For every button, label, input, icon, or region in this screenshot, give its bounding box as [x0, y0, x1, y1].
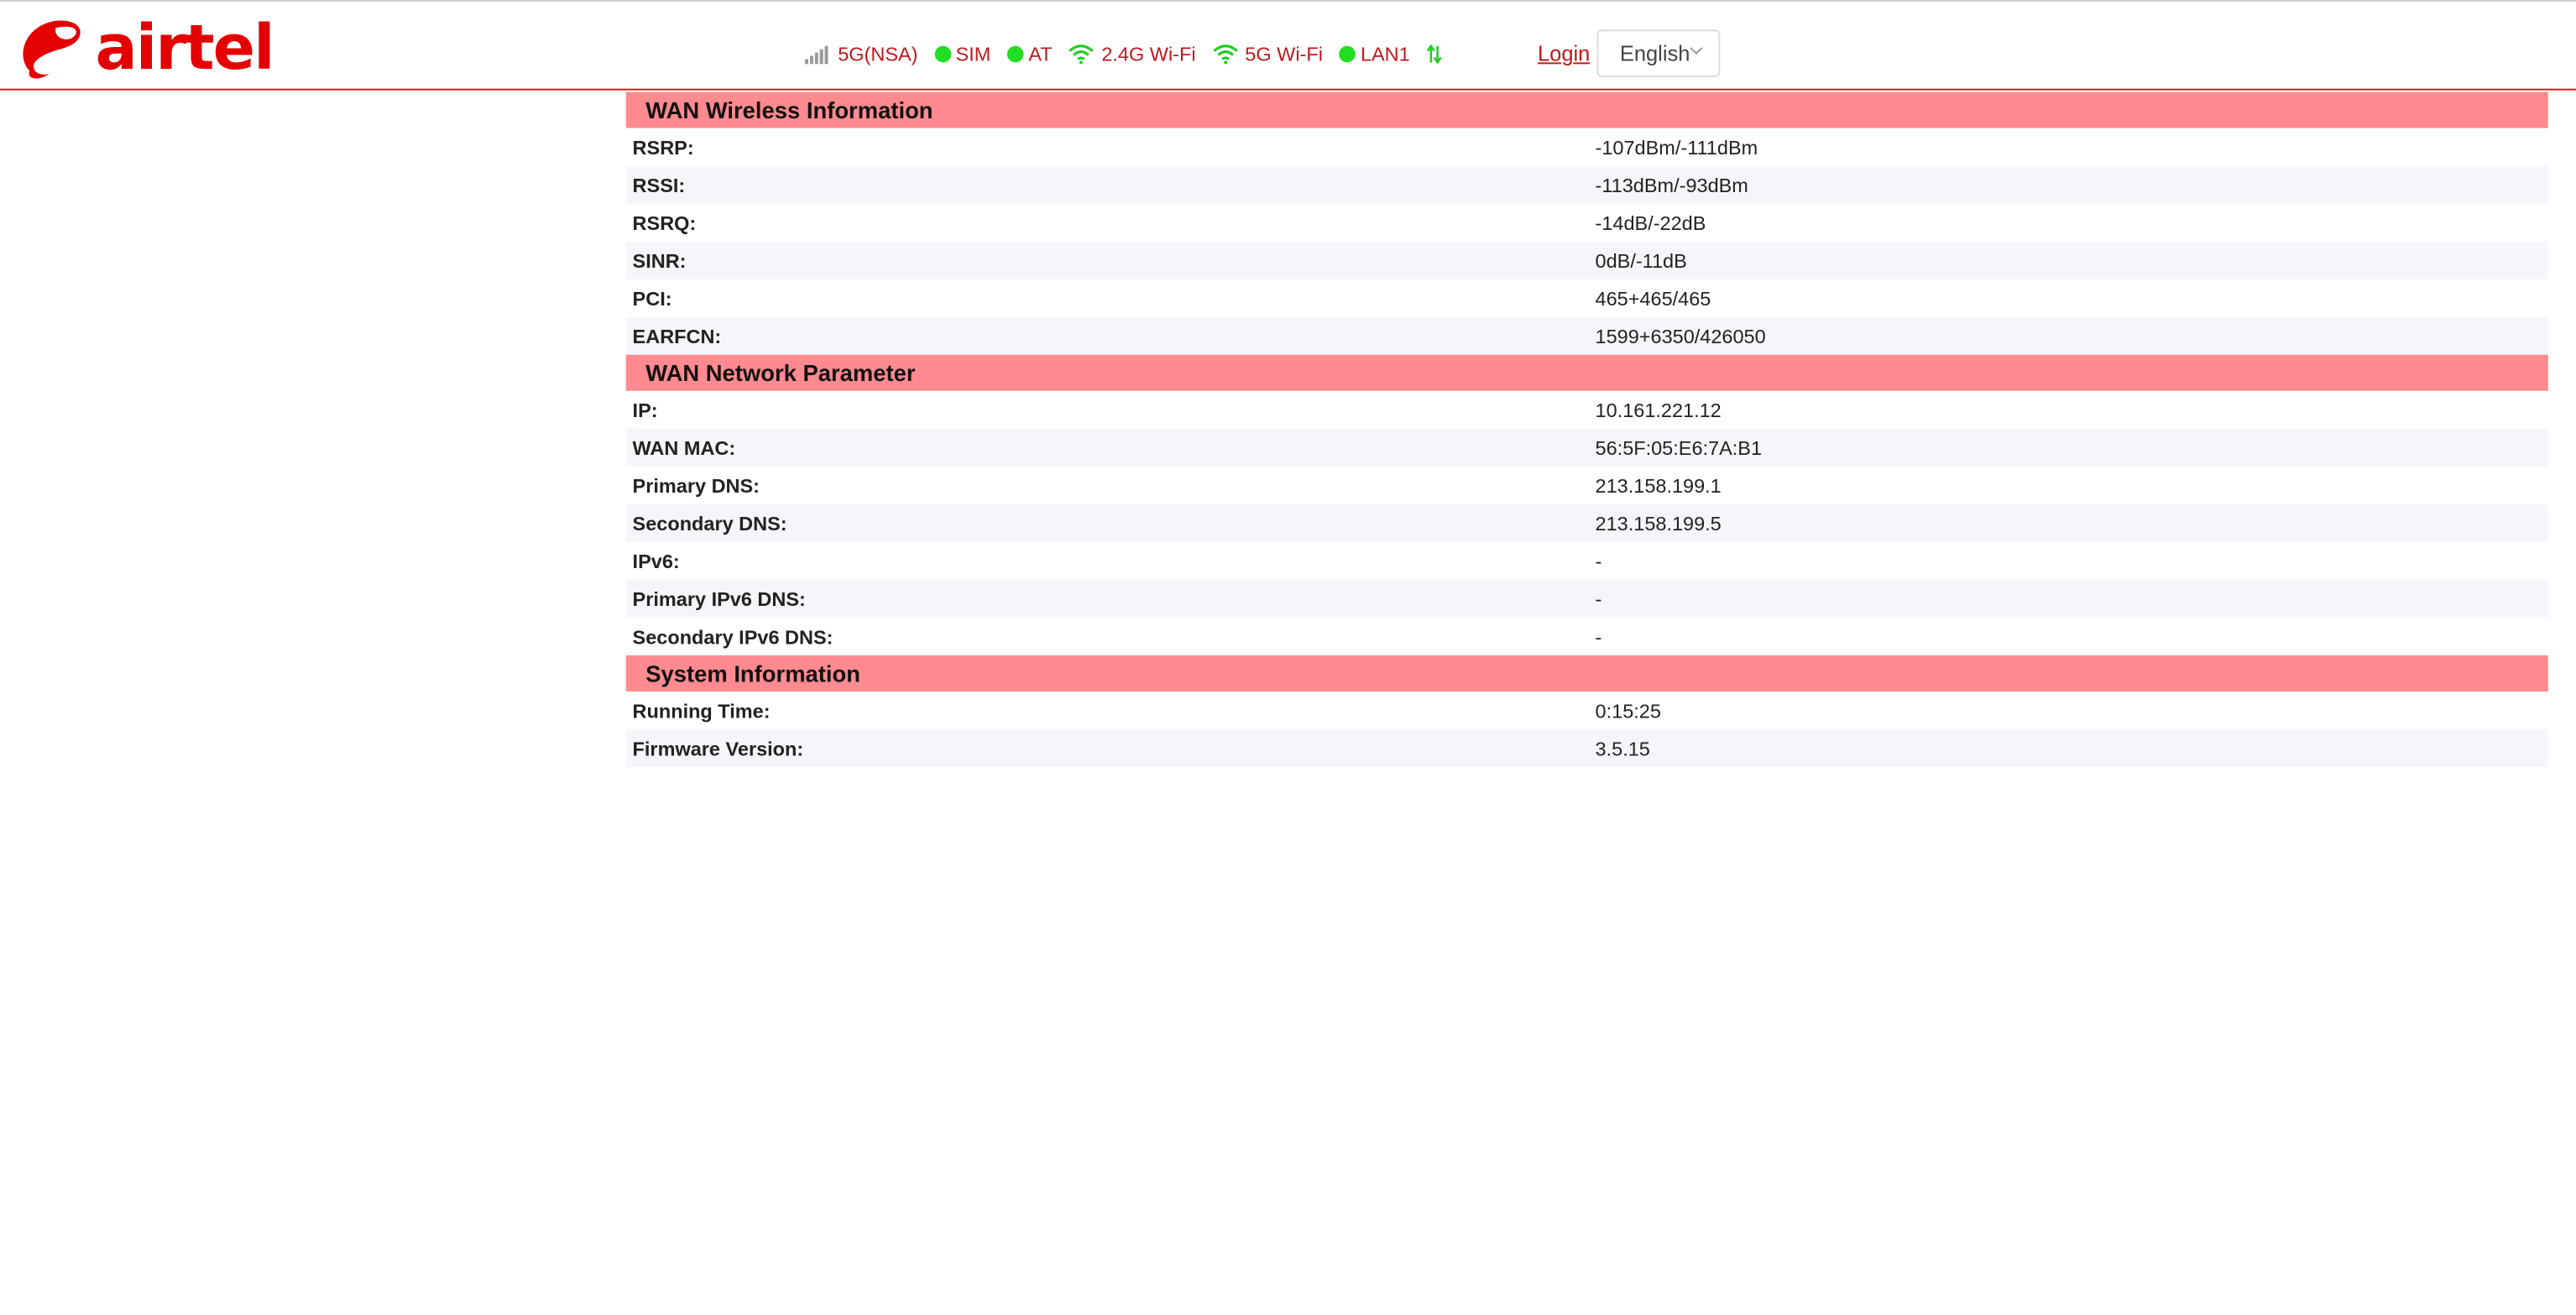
language-value: English — [1619, 40, 1690, 66]
brand-name: airtel — [95, 11, 275, 84]
row-value: 1599+6350/426050 — [1595, 324, 1766, 347]
table-row: Primary DNS: 213.158.199.1 — [625, 466, 2548, 504]
table-row: Secondary IPv6 DNS: - — [625, 617, 2548, 655]
row-label: Secondary DNS: — [632, 511, 787, 535]
lan-label: LAN1 — [1360, 42, 1410, 66]
row-label: Running Time: — [632, 698, 771, 723]
language-select[interactable]: English — [1596, 29, 1721, 77]
transfer-arrows-icon — [1427, 44, 1442, 65]
page: airtel 5G(NSA) SIM AT 2.4G Wi-Fi 5G Wi-F… — [0, 0, 2576, 1315]
row-label: IPv6: — [632, 549, 680, 573]
wifi5-status: 5G Wi-Fi — [1212, 43, 1323, 65]
row-label: RSRQ: — [632, 211, 697, 234]
network-status: 5G(NSA) — [805, 42, 918, 66]
table-row: IP: 10.161.221.12 — [625, 390, 2548, 429]
row-label: WAN MAC: — [632, 436, 736, 460]
row-label: EARFCN: — [632, 324, 722, 347]
wifi24-label: 2.4G Wi-Fi — [1101, 42, 1196, 66]
signal-icon — [805, 44, 829, 65]
info-panel: WAN Wireless Information RSRP: -107dBm/-1… — [625, 91, 2548, 768]
table-row: Primary IPv6 DNS: - — [625, 579, 2548, 618]
table-row: RSSI: -113dBm/-93dBm — [625, 165, 2548, 204]
table-row: WAN MAC: 56:5F:05:E6:7A:B1 — [625, 428, 2548, 467]
network-label: 5G(NSA) — [838, 42, 918, 66]
at-label: AT — [1028, 42, 1053, 66]
table-row: RSRQ: -14dB/-22dB — [625, 203, 2548, 242]
section-title: WAN Wireless Information — [625, 91, 2548, 128]
lan-status: LAN1 — [1339, 42, 1410, 66]
section-system-info: System Information Running Time: 0:15:25 … — [625, 655, 2548, 768]
login-link[interactable]: Login — [1538, 41, 1590, 65]
table-row: Firmware Version: 3.5.15 — [625, 729, 2548, 768]
row-value: - — [1595, 549, 1602, 573]
row-value: -113dBm/-93dBm — [1595, 173, 1748, 196]
row-value: -107dBm/-111dBm — [1595, 135, 1758, 159]
row-value: -14dB/-22dB — [1595, 211, 1706, 234]
row-value: 465+465/465 — [1595, 286, 1711, 310]
row-value: - — [1595, 587, 1602, 611]
row-value: 213.158.199.1 — [1595, 473, 1722, 498]
section-wan-network: WAN Network Parameter IP: 10.161.221.12 W… — [625, 354, 2548, 655]
row-value: 0:15:25 — [1595, 698, 1661, 723]
row-value: 3.5.15 — [1595, 736, 1650, 760]
wifi5-label: 5G Wi-Fi — [1245, 42, 1323, 66]
row-value: 10.161.221.12 — [1595, 398, 1722, 422]
brand-logo[interactable]: airtel — [13, 8, 275, 87]
wifi-icon — [1069, 44, 1095, 65]
row-value: 56:5F:05:E6:7A:B1 — [1595, 436, 1763, 460]
row-label: IP: — [632, 398, 658, 422]
table-row: Running Time: 0:15:25 — [625, 691, 2548, 730]
row-value: 213.158.199.5 — [1595, 511, 1722, 535]
table-row: Secondary DNS: 213.158.199.5 — [625, 504, 2548, 542]
sim-status: SIM — [934, 43, 990, 65]
section-wan-wireless: WAN Wireless Information RSRP: -107dBm/-1… — [625, 91, 2548, 355]
airtel-logo-icon — [23, 20, 81, 79]
at-status: AT — [1006, 42, 1053, 66]
table-row: IPv6: - — [625, 541, 2548, 580]
status-bar: 5G(NSA) SIM AT 2.4G Wi-Fi 5G Wi-Fi LAN1 — [805, 38, 1459, 70]
row-label: RSSI: — [632, 173, 686, 196]
table-row: SINR: 0dB/-11dB — [625, 241, 2548, 279]
sim-label: SIM — [955, 42, 991, 66]
section-title: System Information — [625, 655, 2548, 692]
sim-ok-icon — [934, 45, 951, 63]
row-label: Primary DNS: — [632, 473, 760, 498]
at-ok-icon — [1006, 45, 1024, 63]
row-label: Firmware Version: — [632, 736, 804, 760]
header: airtel 5G(NSA) SIM AT 2.4G Wi-Fi 5G Wi-F… — [0, 2, 2576, 91]
data-transfer-status — [1426, 44, 1443, 65]
wifi24-status: 2.4G Wi-Fi — [1069, 42, 1196, 66]
row-label: RSRP: — [632, 135, 694, 159]
row-label: Primary IPv6 DNS: — [632, 587, 806, 611]
table-row: RSRP: -107dBm/-111dBm — [625, 128, 2548, 166]
row-label: SINR: — [632, 248, 687, 272]
table-row: EARFCN: 1599+6350/426050 — [625, 316, 2548, 355]
chevron-down-icon — [1690, 47, 1703, 55]
row-value: - — [1595, 624, 1602, 649]
row-label: Secondary IPv6 DNS: — [632, 624, 833, 649]
row-label: PCI: — [632, 286, 672, 310]
section-title: WAN Network Parameter — [625, 354, 2548, 391]
lan-ok-icon — [1339, 45, 1356, 63]
wifi-icon — [1213, 44, 1238, 65]
table-row: PCI: 465+465/465 — [625, 279, 2548, 317]
row-value: 0dB/-11dB — [1595, 248, 1687, 272]
